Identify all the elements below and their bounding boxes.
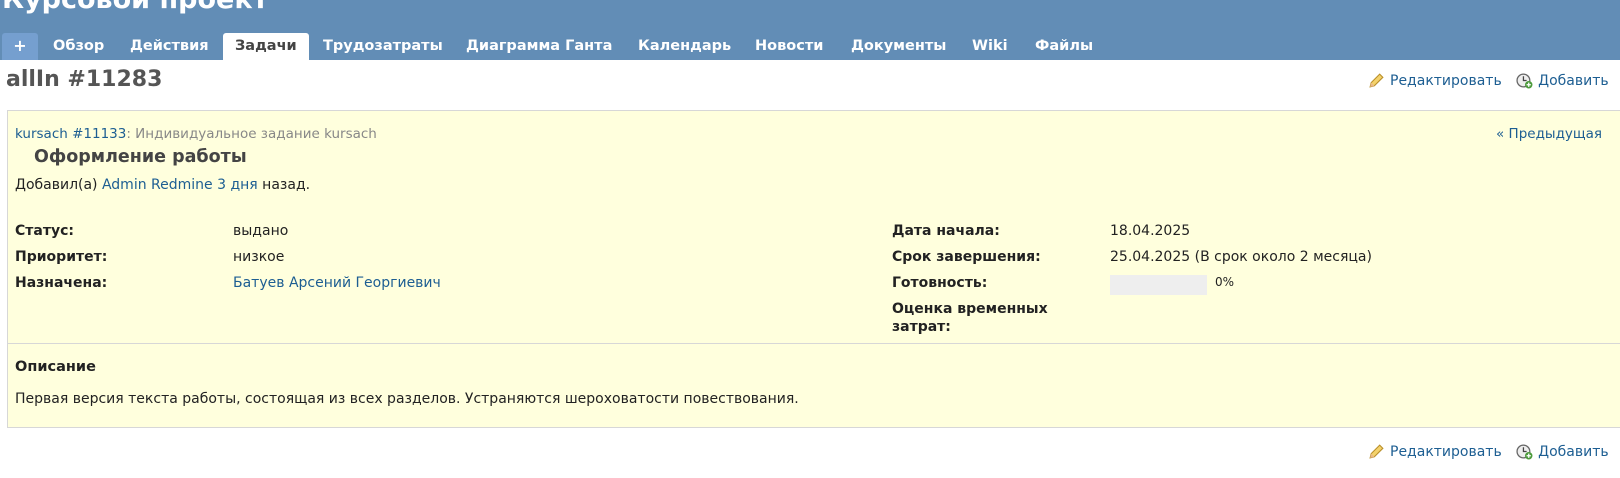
author-prefix: Добавил(а) xyxy=(15,177,102,193)
clock-add-icon xyxy=(1516,73,1533,89)
issue-title: allIn #11283 xyxy=(6,67,163,92)
status-value: выдано xyxy=(233,223,289,239)
progress-bar xyxy=(1110,275,1207,295)
parent-issue-subject: : Индивидуальное задание kursach xyxy=(126,126,377,142)
add-time-button[interactable]: Добавить xyxy=(1516,72,1609,89)
estimated-time-label-cont: затрат: xyxy=(892,319,951,335)
status-label: Статус: xyxy=(15,223,74,239)
issue-details: kursach #11133: Индивидуальное задание k… xyxy=(7,110,1620,428)
tab-time-entries[interactable]: Трудозатраты xyxy=(323,33,443,60)
tab-wiki[interactable]: Wiki xyxy=(972,33,1008,60)
assignee-link[interactable]: Батуев Арсений Георгиевич xyxy=(233,275,441,291)
tab-documents[interactable]: Документы xyxy=(851,33,946,60)
edit-button[interactable]: Редактировать xyxy=(1368,72,1502,89)
age-link[interactable]: 3 дня xyxy=(217,177,258,193)
clock-add-icon xyxy=(1516,444,1533,460)
tab-calendar[interactable]: Календарь xyxy=(638,33,731,60)
tab-files[interactable]: Файлы xyxy=(1035,33,1093,60)
parent-issue-line: kursach #11133: Индивидуальное задание k… xyxy=(15,126,377,142)
description-heading: Описание xyxy=(15,359,96,375)
header: Курсовой проект + Обзор Действия Задачи … xyxy=(0,0,1620,60)
tab-news[interactable]: Новости xyxy=(755,33,823,60)
divider xyxy=(8,343,1620,344)
edit-label: Редактировать xyxy=(1390,443,1502,460)
tab-activity[interactable]: Действия xyxy=(130,33,209,60)
edit-button-bottom[interactable]: Редактировать xyxy=(1368,443,1502,460)
project-title[interactable]: Курсовой проект xyxy=(2,0,268,15)
done-ratio-value: 0% xyxy=(1215,275,1235,289)
start-date-value: 18.04.2025 xyxy=(1110,223,1191,239)
previous-issue-link[interactable]: « Предыдущая xyxy=(1496,126,1602,142)
tab-issues[interactable]: Задачи xyxy=(223,33,309,60)
add-time-label: Добавить xyxy=(1538,443,1609,460)
due-date-label: Срок завершения: xyxy=(892,249,1041,265)
priority-value: низкое xyxy=(233,249,285,265)
edit-label: Редактировать xyxy=(1390,72,1502,89)
tab-overview[interactable]: Обзор xyxy=(53,33,104,60)
estimated-time-label: Оценка временных xyxy=(892,301,1048,317)
start-date-label: Дата начала: xyxy=(892,223,1000,239)
author-link[interactable]: Admin Redmine xyxy=(102,177,213,193)
description-text: Первая версия текста работы, состоящая и… xyxy=(15,391,799,407)
contextual-actions-top: Редактировать Добавить xyxy=(1368,72,1619,93)
tab-gantt[interactable]: Диаграмма Ганта xyxy=(466,33,612,60)
pencil-icon xyxy=(1369,444,1384,459)
contextual-actions-bottom: Редактировать Добавить xyxy=(1368,443,1619,464)
priority-label: Приоритет: xyxy=(15,249,108,265)
assignee-label: Назначена: xyxy=(15,275,108,291)
due-date-value: 25.04.2025 (В срок около 2 месяца) xyxy=(1110,249,1372,265)
parent-issue-link[interactable]: kursach #11133 xyxy=(15,126,126,142)
issue-subject: Оформление работы xyxy=(34,147,247,167)
author-suffix: назад. xyxy=(257,177,311,193)
done-ratio-label: Готовность: xyxy=(892,275,988,291)
new-object-button[interactable]: + xyxy=(2,33,38,60)
author-line: Добавил(а) Admin Redmine 3 дня назад. xyxy=(15,177,310,193)
add-time-button-bottom[interactable]: Добавить xyxy=(1516,443,1609,460)
add-time-label: Добавить xyxy=(1538,72,1609,89)
pencil-icon xyxy=(1369,73,1384,88)
